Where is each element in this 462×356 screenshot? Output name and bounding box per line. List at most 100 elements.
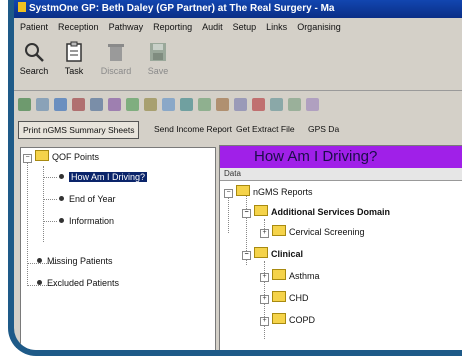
expand-icon[interactable]: + xyxy=(260,295,269,304)
application-window: SystmOne GP: Beth Daley (GP Partner) at … xyxy=(8,0,462,356)
tree-node-copd[interactable]: + COPD xyxy=(260,313,315,327)
tree-label: End of Year xyxy=(69,194,116,204)
flag-icon[interactable] xyxy=(252,98,265,111)
tree-node-end-of-year[interactable]: End of Year xyxy=(57,192,116,206)
menu-patient[interactable]: Patient xyxy=(20,22,48,32)
folder-icon xyxy=(272,269,286,280)
tree-node-excluded-patients[interactable]: Excluded Patients xyxy=(35,276,119,290)
tree-node-information[interactable]: Information xyxy=(57,214,114,228)
menu-bar: Patient Reception Pathway Reporting Audit Set… xyxy=(14,19,462,35)
menu-links[interactable]: Links xyxy=(266,22,287,32)
alert-icon[interactable] xyxy=(72,98,85,111)
search-button[interactable]: Search xyxy=(14,39,54,85)
discard-button[interactable]: Discard xyxy=(96,39,136,85)
table-icon[interactable] xyxy=(216,98,229,111)
tree-label: Additional Services Domain xyxy=(271,207,391,217)
app-icon xyxy=(18,2,26,12)
collapse-icon[interactable]: − xyxy=(242,251,251,260)
task-icon xyxy=(66,41,82,62)
play-icon[interactable] xyxy=(54,98,67,111)
title-bar: SystmOne GP: Beth Daley (GP Partner) at … xyxy=(14,0,462,18)
search-button-label: Search xyxy=(19,66,49,76)
bullet-icon xyxy=(59,174,64,179)
tree-node-how-am-i-driving[interactable]: How Am I Driving? xyxy=(57,170,148,184)
expand-icon[interactable]: + xyxy=(260,229,269,238)
task-button[interactable]: Task xyxy=(54,39,94,85)
menu-pathway[interactable]: Pathway xyxy=(109,22,144,32)
collapse-icon[interactable]: − xyxy=(23,154,32,163)
main-toolbar: Search Task Discard Save xyxy=(14,37,462,89)
expand-icon[interactable]: + xyxy=(260,317,269,326)
arrow-icon[interactable] xyxy=(162,98,175,111)
tick-icon[interactable] xyxy=(126,98,139,111)
tab-data[interactable]: Data xyxy=(220,168,462,181)
tree-node-qof-points[interactable]: − QOF Points xyxy=(23,150,99,164)
tree-label: Excluded Patients xyxy=(47,278,120,288)
bullet-icon xyxy=(37,280,42,285)
tree-label: Missing Patients xyxy=(47,256,113,266)
bullet-icon xyxy=(59,196,64,201)
tree-node-asthma[interactable]: + Asthma xyxy=(260,269,320,283)
collapse-icon[interactable]: − xyxy=(242,209,251,218)
tools-icon[interactable] xyxy=(144,98,157,111)
document-icon[interactable] xyxy=(270,98,283,111)
tree-line xyxy=(43,221,57,222)
icon-toolbar xyxy=(14,96,462,116)
tree-line xyxy=(43,199,57,200)
collapse-icon[interactable]: − xyxy=(224,189,233,198)
tree-line xyxy=(27,162,28,286)
print-ngms-summary-button[interactable]: Print nGMS Summary Sheets xyxy=(18,121,140,139)
save-button[interactable]: Save xyxy=(138,39,178,85)
filter-icon[interactable] xyxy=(108,98,121,111)
page-title-banner: How Am I Driving? xyxy=(220,146,462,168)
folder-icon xyxy=(35,150,49,161)
tree-label: COPD xyxy=(289,315,316,325)
tree-node-additional-services-domain[interactable]: − Additional Services Domain xyxy=(242,205,390,219)
window-title: SystmOne GP: Beth Daley (GP Partner) at … xyxy=(29,3,335,14)
list-icon[interactable] xyxy=(234,98,247,111)
tree-label: Information xyxy=(69,216,115,226)
menu-audit[interactable]: Audit xyxy=(202,22,223,32)
pen-icon[interactable] xyxy=(18,98,31,111)
expand-icon[interactable]: + xyxy=(260,273,269,282)
tree-label: Asthma xyxy=(289,271,320,281)
bullet-icon xyxy=(37,258,42,263)
folder-icon xyxy=(254,247,268,258)
menu-organising[interactable]: Organising xyxy=(297,22,341,32)
line-icon[interactable] xyxy=(90,98,103,111)
tree-node-chd[interactable]: + CHD xyxy=(260,291,309,305)
patient-record-icon[interactable] xyxy=(36,98,49,111)
send-income-report-button[interactable]: Send Income Report xyxy=(150,121,236,137)
save-button-label: Save xyxy=(147,66,169,76)
folder-icon xyxy=(236,185,250,196)
menu-setup[interactable]: Setup xyxy=(233,22,257,32)
tree-node-cervical-screening[interactable]: + Cervical Screening xyxy=(260,225,365,239)
toolbar-separator xyxy=(14,90,462,91)
tree-node-clinical[interactable]: − Clinical xyxy=(242,247,303,261)
navigation-tree-panel: − QOF Points How Am I Driving? End of Yea… xyxy=(20,147,216,350)
chart-icon[interactable] xyxy=(198,98,211,111)
gps-data-button[interactable]: GPS Da xyxy=(304,121,343,137)
report-icon[interactable] xyxy=(288,98,301,111)
tree-line xyxy=(43,177,57,178)
tag-icon[interactable] xyxy=(306,98,319,111)
search-icon xyxy=(25,43,44,62)
folder-icon xyxy=(272,225,286,236)
tree-label: CHD xyxy=(289,293,309,303)
folder-icon xyxy=(272,313,286,324)
tree-line xyxy=(228,193,229,233)
report-panel: How Am I Driving? Data − nGMS Reports − Ad… xyxy=(219,145,462,350)
action-button-row: Print nGMS Summary Sheets Send Income Re… xyxy=(14,121,462,139)
grid-icon[interactable] xyxy=(180,98,193,111)
bullet-icon xyxy=(59,218,64,223)
tree-label: nGMS Reports xyxy=(253,187,313,197)
get-extract-file-button[interactable]: Get Extract File xyxy=(232,121,299,137)
tree-label: QOF Points xyxy=(52,152,100,162)
menu-reporting[interactable]: Reporting xyxy=(153,22,192,32)
tree-node-ngms-reports[interactable]: − nGMS Reports xyxy=(224,185,313,199)
tree-label: How Am I Driving? xyxy=(69,172,148,182)
menu-reception[interactable]: Reception xyxy=(58,22,99,32)
save-icon xyxy=(150,43,166,61)
tree-node-missing-patients[interactable]: Missing Patients xyxy=(35,254,113,268)
discard-button-label: Discard xyxy=(100,66,132,76)
